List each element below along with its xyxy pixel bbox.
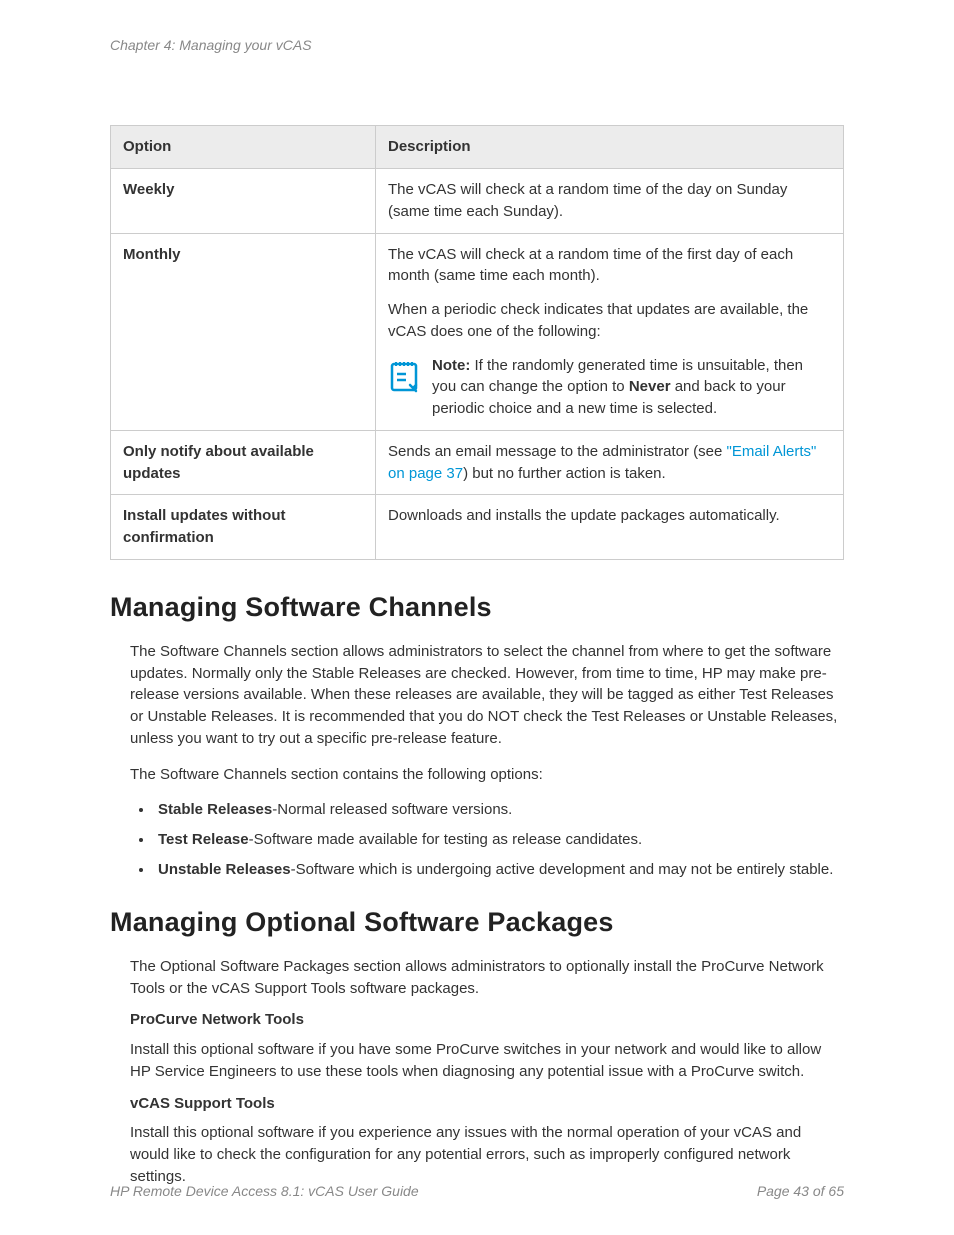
footer-right: Page 43 of 65 xyxy=(757,1181,844,1201)
chapter-header: Chapter 4: Managing your vCAS xyxy=(110,35,844,55)
list-item: Stable Releases-Normal released software… xyxy=(154,799,844,821)
vcas-support-para: Install this optional software if you ex… xyxy=(130,1122,844,1187)
channels-para1: The Software Channels section allows adm… xyxy=(130,641,844,750)
desc-weekly: The vCAS will check at a random time of … xyxy=(376,169,844,234)
notify-text2: ) but no further action is taken. xyxy=(463,465,666,482)
bullet-bold: Test Release xyxy=(158,831,249,848)
table-header-row: Option Description xyxy=(111,126,844,169)
bullet-bold: Unstable Releases xyxy=(158,861,291,878)
channels-list: Stable Releases-Normal released software… xyxy=(154,799,844,880)
desc-monthly: The vCAS will check at a random time of … xyxy=(376,233,844,430)
list-item: Unstable Releases-Software which is unde… xyxy=(154,859,844,881)
note-block: Note: If the randomly generated time is … xyxy=(388,355,831,420)
table-row: Only notify about available updates Send… xyxy=(111,430,844,495)
desc-install-noconfirm: Downloads and installs the update packag… xyxy=(376,495,844,560)
table-row: Weekly The vCAS will check at a random t… xyxy=(111,169,844,234)
note-icon xyxy=(388,357,420,393)
bullet-bold: Stable Releases xyxy=(158,801,272,818)
option-weekly: Weekly xyxy=(111,169,376,234)
channels-para2: The Software Channels section contains t… xyxy=(130,764,844,786)
subhead-vcas-support: vCAS Support Tools xyxy=(130,1093,844,1115)
option-install-noconfirm: Install updates without confirmation xyxy=(111,495,376,560)
footer-left: HP Remote Device Access 8.1: vCAS User G… xyxy=(110,1181,419,1201)
monthly-para2: When a periodic check indicates that upd… xyxy=(388,299,831,343)
bullet-text: -Software which is undergoing active dev… xyxy=(291,861,834,878)
table-row: Monthly The vCAS will check at a random … xyxy=(111,233,844,430)
packages-para1: The Optional Software Packages section a… xyxy=(130,956,844,1000)
options-table: Option Description Weekly The vCAS will … xyxy=(110,125,844,560)
header-option: Option xyxy=(111,126,376,169)
note-text: Note: If the randomly generated time is … xyxy=(432,355,831,420)
monthly-para1: The vCAS will check at a random time of … xyxy=(388,244,831,288)
desc-only-notify: Sends an email message to the administra… xyxy=(376,430,844,495)
heading-software-channels: Managing Software Channels xyxy=(110,588,844,627)
subhead-procurve: ProCurve Network Tools xyxy=(130,1009,844,1031)
note-label: Note: xyxy=(432,357,470,374)
notify-text1: Sends an email message to the administra… xyxy=(388,443,727,460)
heading-optional-packages: Managing Optional Software Packages xyxy=(110,903,844,942)
procurve-para: Install this optional software if you ha… xyxy=(130,1039,844,1083)
header-description: Description xyxy=(376,126,844,169)
bullet-text: -Software made available for testing as … xyxy=(249,831,643,848)
option-monthly: Monthly xyxy=(111,233,376,430)
bullet-text: -Normal released software versions. xyxy=(272,801,512,818)
page-footer: HP Remote Device Access 8.1: vCAS User G… xyxy=(110,1181,844,1201)
option-only-notify: Only notify about available updates xyxy=(111,430,376,495)
table-row: Install updates without confirmation Dow… xyxy=(111,495,844,560)
list-item: Test Release-Software made available for… xyxy=(154,829,844,851)
note-never: Never xyxy=(629,378,671,395)
